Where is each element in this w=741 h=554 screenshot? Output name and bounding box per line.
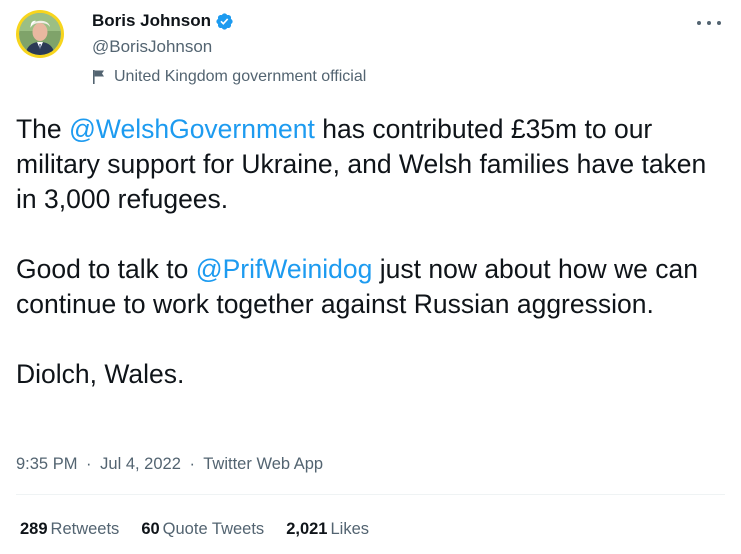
quote-tweets-label: Quote Tweets <box>162 520 265 538</box>
mention-prif-weinidog[interactable]: @PrifWeinidog <box>196 254 373 284</box>
retweets-count: 289 <box>20 520 48 538</box>
verified-badge-icon <box>215 12 234 31</box>
separator-dot: · <box>86 455 92 473</box>
author-block: Boris Johnson @BorisJohnson <box>92 10 234 58</box>
text-segment: The <box>16 114 70 144</box>
flag-icon <box>92 69 106 85</box>
quote-tweets-count: 60 <box>141 520 160 538</box>
mention-welsh-government[interactable]: @WelshGovernment <box>69 114 315 144</box>
tweet-paragraph-2: Good to talk to @PrifWeinidog just now a… <box>16 252 721 322</box>
government-label-text: United Kingdom government official <box>114 68 367 85</box>
tweet-paragraph-3: Diolch, Wales. <box>16 359 185 389</box>
government-label[interactable]: United Kingdom government official <box>92 67 366 87</box>
retweets-stat[interactable]: 289 Retweets <box>20 518 119 540</box>
likes-count: 2,021 <box>286 520 328 538</box>
more-horizontal-icon[interactable] <box>697 14 721 32</box>
divider <box>16 494 725 495</box>
text-segment: Good to talk to <box>16 254 196 284</box>
display-name-row[interactable]: Boris Johnson <box>92 10 234 32</box>
avatar[interactable] <box>16 10 64 58</box>
likes-stat[interactable]: 2,021 Likes <box>286 518 369 540</box>
engagement-stats: 289 Retweets 60 Quote Tweets 2,021 Likes <box>20 518 391 540</box>
tweet-text: The @WelshGovernment has contributed £35… <box>16 112 721 392</box>
likes-label: Likes <box>330 520 370 538</box>
handle[interactable]: @BorisJohnson <box>92 36 234 58</box>
display-name[interactable]: Boris Johnson <box>92 11 211 31</box>
tweet: Boris Johnson @BorisJohnson United Kingd… <box>0 0 741 554</box>
tweet-date[interactable]: Jul 4, 2022 <box>100 455 181 473</box>
avatar-photo <box>19 13 61 55</box>
tweet-paragraph-1: The @WelshGovernment has contributed £35… <box>16 112 721 217</box>
avatar-portrait-icon <box>19 13 61 55</box>
separator-dot: · <box>189 455 195 473</box>
tweet-time[interactable]: 9:35 PM <box>16 455 77 473</box>
retweets-label: Retweets <box>50 520 120 538</box>
quote-tweets-stat[interactable]: 60 Quote Tweets <box>141 518 264 540</box>
tweet-source-app[interactable]: Twitter Web App <box>203 455 323 473</box>
tweet-metadata: 9:35 PM · Jul 4, 2022 · Twitter Web App <box>16 452 323 476</box>
